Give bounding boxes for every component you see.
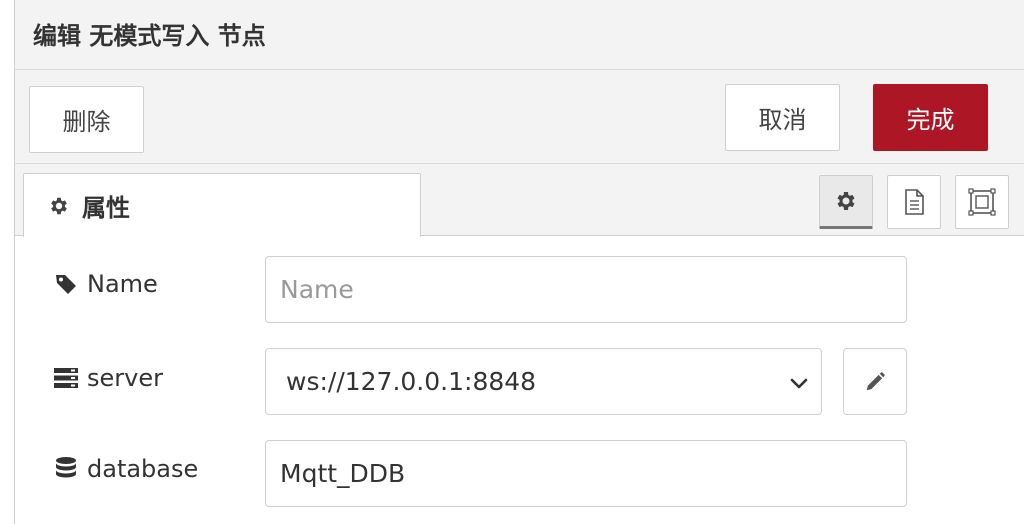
name-label: Name — [53, 270, 158, 298]
frame-icon — [967, 187, 997, 217]
name-label-text: Name — [87, 270, 158, 298]
tab-properties-icon-button[interactable] — [819, 175, 873, 229]
chevron-down-icon — [789, 371, 809, 391]
tab-properties-label: 属性 — [82, 194, 130, 222]
tabs-bar: 属性 — [15, 164, 1024, 237]
dialog-title: 编辑 无模式写入 节点 — [33, 22, 266, 50]
cancel-button[interactable]: 取消 — [725, 84, 840, 151]
server-select-value: ws://127.0.0.1:8848 — [286, 367, 537, 396]
name-input[interactable] — [265, 256, 907, 323]
dialog-header: 编辑 无模式写入 节点 — [15, 0, 1024, 70]
tab-properties[interactable]: 属性 — [23, 173, 421, 237]
delete-button[interactable]: 删除 — [29, 86, 144, 153]
database-label-text: database — [87, 455, 199, 483]
dialog-toolbar: 删除 取消 完成 — [15, 70, 1024, 164]
database-label: database — [53, 455, 198, 483]
edit-server-button[interactable] — [843, 348, 907, 415]
done-button[interactable]: 完成 — [873, 84, 988, 151]
tag-icon — [53, 271, 79, 297]
pencil-icon — [864, 371, 886, 393]
edit-node-dialog: 编辑 无模式写入 节点 删除 取消 完成 属性 Name Name server… — [14, 0, 1024, 524]
database-icon — [53, 456, 79, 482]
tab-appearance-button[interactable] — [955, 175, 1009, 229]
gear-icon — [834, 189, 858, 213]
database-input[interactable] — [265, 440, 907, 507]
server-label-text: server — [87, 364, 163, 392]
document-icon — [903, 189, 925, 215]
gear-icon — [48, 195, 70, 217]
server-icon — [53, 365, 79, 391]
server-select[interactable]: ws://127.0.0.1:8848 — [265, 348, 822, 415]
tab-description-button[interactable] — [887, 175, 941, 229]
server-label: server — [53, 364, 163, 392]
